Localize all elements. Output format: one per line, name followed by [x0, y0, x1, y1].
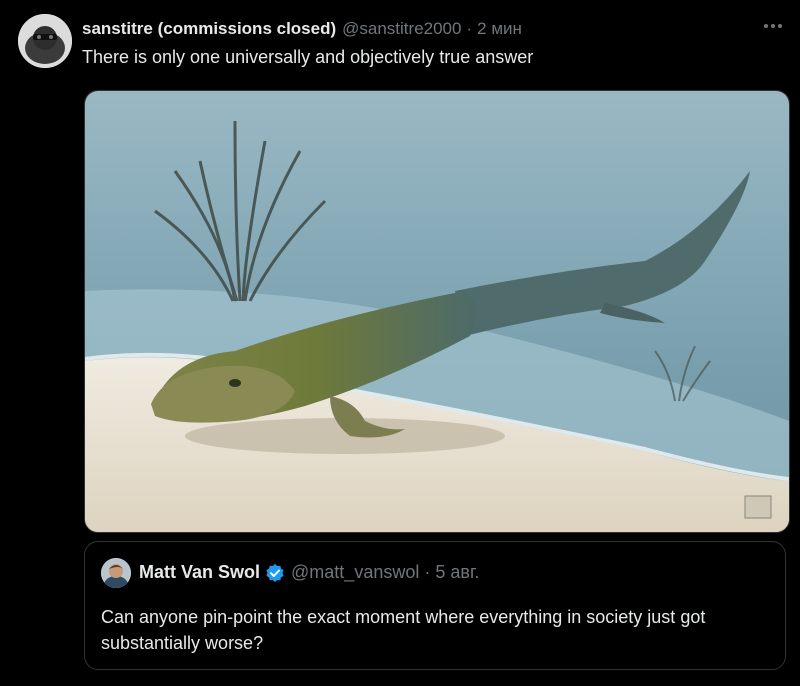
verified-badge-icon [265, 563, 285, 583]
tweet-text: There is only one universally and object… [82, 47, 534, 67]
quoted-tweet-header: Matt Van Swol @matt_vanswol · 5 авг. [139, 562, 479, 583]
quoted-tweet-text: Can anyone pin-point the exact moment wh… [101, 607, 706, 653]
more-horizontal-icon[interactable] [760, 16, 786, 36]
author-avatar[interactable] [18, 14, 72, 68]
tweet-time[interactable]: 2 мин [477, 19, 522, 39]
quoted-author-handle[interactable]: @matt_vanswol [291, 562, 419, 583]
quoted-author-avatar[interactable] [101, 558, 131, 588]
quoted-tweet[interactable]: Matt Van Swol @matt_vanswol · 5 авг. Can… [84, 541, 786, 670]
header-separator: · [466, 19, 473, 38]
author-handle[interactable]: @sanstitre2000 [342, 19, 461, 39]
quoted-header-separator: · [424, 562, 431, 582]
quoted-tweet-date[interactable]: 5 авг. [435, 562, 479, 583]
tweet-media-image[interactable] [84, 90, 790, 533]
quoted-author-name[interactable]: Matt Van Swol [139, 562, 260, 583]
author-name[interactable]: sanstitre (commissions closed) [82, 19, 336, 39]
tweet-header: sanstitre (commissions closed) @sanstitr… [82, 18, 780, 40]
